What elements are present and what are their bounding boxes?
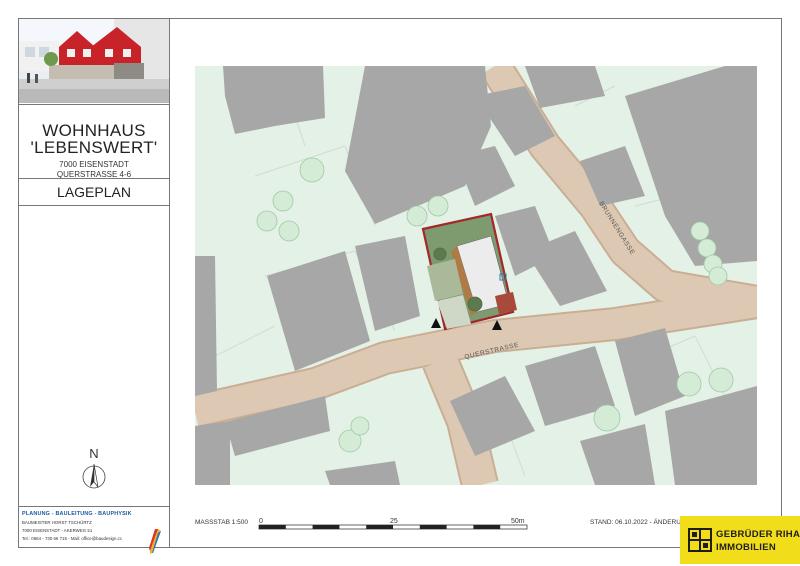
north-label: N <box>89 446 99 461</box>
gr-monogram-icon <box>688 528 712 552</box>
project-title-line1: WOHNHAUS <box>42 121 146 140</box>
divider <box>18 205 169 206</box>
project-address: 7000 EISENSTADT QUERSTRASSE 4-6 <box>18 160 170 180</box>
title-sidebar: WOHNHAUS 'LEBENSWERT' 7000 EISENSTADT QU… <box>18 18 170 554</box>
credits-line1: BAUMEISTER HORST TSCHÜRTZ <box>22 520 92 525</box>
building-rendering <box>19 19 169 103</box>
scale-bar: MASSSTAB 1:500 0 25 50m <box>195 512 575 532</box>
planner-credits: PLANUNG - BAULEITUNG - BAUPHYSIK BAUMEIS… <box>22 511 168 554</box>
logo-line1: GEBRÜDER RIHA <box>716 529 800 540</box>
divider <box>18 506 169 507</box>
scale-tick-50m: 50m <box>511 518 525 525</box>
project-title-block: WOHNHAUS 'LEBENSWERT' 7000 EISENSTADT QU… <box>18 122 170 180</box>
pencil-logo-icon <box>149 529 161 554</box>
divider <box>18 178 169 179</box>
logo-line2: IMMOBILIEN <box>716 542 776 553</box>
site-plan-map: QUERSTRASSE BRUNNENGASSE <box>195 66 757 485</box>
credits-heading: PLANUNG - BAULEITUNG - BAUPHYSIK <box>22 511 132 517</box>
plan-name: LAGEPLAN <box>57 184 131 200</box>
revision-status: STAND: 06.10.2022 - ÄNDERU <box>590 519 681 526</box>
scale-segments <box>258 524 528 530</box>
credits-line3: Tel.: 0664 - 730 66 715 - Mail: office@b… <box>22 536 123 541</box>
credits-line2: 7000 EISENSTADT - AKERWEG 51 <box>22 528 93 533</box>
scale-tick-0: 0 <box>259 518 263 525</box>
compass-icon <box>82 463 106 489</box>
project-title-line2: 'LEBENSWERT' <box>30 138 158 157</box>
scale-tick-25: 25 <box>390 518 398 525</box>
company-logo: GEBRÜDER RIHA IMMOBILIEN <box>680 516 800 564</box>
north-arrow: N <box>80 446 108 496</box>
address-line1: 7000 EISENSTADT <box>59 160 129 169</box>
divider <box>18 104 169 105</box>
